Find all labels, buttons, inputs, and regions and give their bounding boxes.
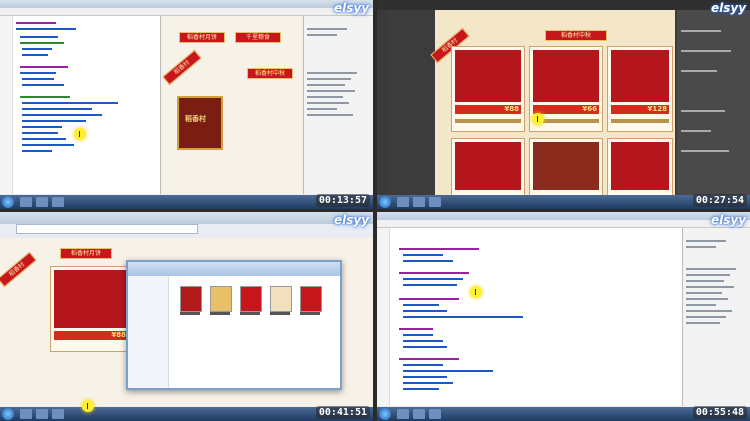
mouse-cursor-highlight — [470, 286, 482, 298]
file-explorer-window[interactable] — [126, 260, 342, 390]
menu-bar[interactable] — [377, 220, 750, 233]
product-card: ¥88 — [50, 266, 132, 352]
ps-layers-panel[interactable] — [677, 10, 750, 195]
elsyy-logo: elsyy — [334, 1, 370, 15]
line-number-gutter — [0, 16, 13, 194]
taskbar-app-icon[interactable] — [36, 197, 48, 207]
product-box-image: 稻香村 — [177, 96, 223, 150]
address-bar[interactable] — [16, 224, 198, 234]
taskbar-app-icon[interactable] — [413, 409, 425, 419]
timestamp: 00:55:48 — [692, 406, 747, 419]
product-price: ¥88 — [54, 331, 128, 340]
ps-menu-bar[interactable] — [377, 0, 750, 10]
start-button[interactable] — [2, 408, 14, 420]
taskbar-app-icon[interactable] — [413, 197, 425, 207]
product-caption-bar — [455, 119, 521, 123]
ps-tools-panel[interactable] — [377, 10, 389, 195]
panel-browser-explorer: 稻香村月饼 稻香村 ¥88 elsyy 00:41:51 — [0, 212, 373, 421]
line-number-gutter — [377, 228, 390, 406]
product-price: ¥128 — [611, 105, 669, 114]
code-editor[interactable] — [377, 228, 683, 406]
timestamp: 00:41:51 — [315, 406, 370, 419]
mouse-cursor-highlight — [82, 400, 94, 412]
taskbar-app-icon[interactable] — [36, 409, 48, 419]
taskbar-app-icon[interactable] — [397, 197, 409, 207]
sale-banner: 稻香村中秋 — [247, 68, 293, 79]
browser-titlebar — [0, 212, 373, 224]
ps-canvas[interactable]: 稻香村中秋 稻香村 ¥88 ¥66 ¥128 — [430, 10, 675, 200]
banner-alt: 千里粮食 — [235, 32, 281, 43]
product-card — [607, 138, 673, 200]
taskbar-app-icon[interactable] — [52, 409, 64, 419]
taskbar-app-icon[interactable] — [429, 409, 441, 419]
product-card — [451, 138, 525, 200]
product-card: ¥88 — [451, 46, 525, 132]
banner-main: 稻香村月饼 — [179, 32, 225, 43]
explorer-nav-pane[interactable] — [128, 276, 169, 388]
files-panel[interactable] — [682, 228, 750, 406]
menu-bar[interactable] — [0, 8, 373, 21]
page-side-badge: 稻香村 — [0, 251, 37, 288]
explorer-address-bar[interactable] — [128, 262, 340, 276]
window-titlebar — [377, 212, 750, 220]
product-card — [529, 138, 603, 200]
product-price: ¥66 — [533, 105, 599, 114]
ps-banner: 稻香村中秋 — [545, 30, 607, 41]
start-button[interactable] — [2, 196, 14, 208]
product-card: ¥128 — [607, 46, 673, 132]
window-titlebar — [0, 0, 373, 8]
mouse-cursor-highlight — [532, 113, 544, 125]
elsyy-logo: elsyy — [334, 213, 370, 227]
taskbar-app-icon[interactable] — [397, 409, 409, 419]
taskbar-app-icon[interactable] — [20, 197, 32, 207]
elsyy-logo: elsyy — [711, 1, 747, 15]
timestamp: 00:13:57 — [315, 194, 370, 207]
taskbar-app-icon[interactable] — [20, 409, 32, 419]
page-banner: 稻香村月饼 — [60, 248, 112, 259]
files-panel[interactable] — [303, 16, 373, 194]
side-badge: 稻香村 — [162, 49, 202, 86]
product-brand-text: 稻香村 — [185, 115, 206, 123]
timestamp: 00:27:54 — [692, 194, 747, 207]
panel-photoshop: 稻香村中秋 稻香村 ¥88 ¥66 ¥128 elsyy 00:27:54 — [377, 0, 750, 209]
panel-dreamweaver-code: elsyy 00:55:48 — [377, 212, 750, 421]
start-button[interactable] — [379, 408, 391, 420]
start-button[interactable] — [379, 196, 391, 208]
code-editor[interactable] — [0, 16, 161, 194]
taskbar-app-icon[interactable] — [52, 197, 64, 207]
product-price: ¥88 — [455, 105, 521, 114]
mouse-cursor-highlight — [74, 128, 86, 140]
product-caption-bar — [611, 119, 669, 123]
design-view: 稻香村月饼 千里粮食 稻香村 稻香村中秋 稻香村 — [161, 16, 303, 194]
panel-dreamweaver-split: 稻香村月饼 千里粮食 稻香村 稻香村中秋 稻香村 elsyy 00:13:57 — [0, 0, 373, 209]
elsyy-logo: elsyy — [711, 213, 747, 227]
taskbar-app-icon[interactable] — [429, 197, 441, 207]
